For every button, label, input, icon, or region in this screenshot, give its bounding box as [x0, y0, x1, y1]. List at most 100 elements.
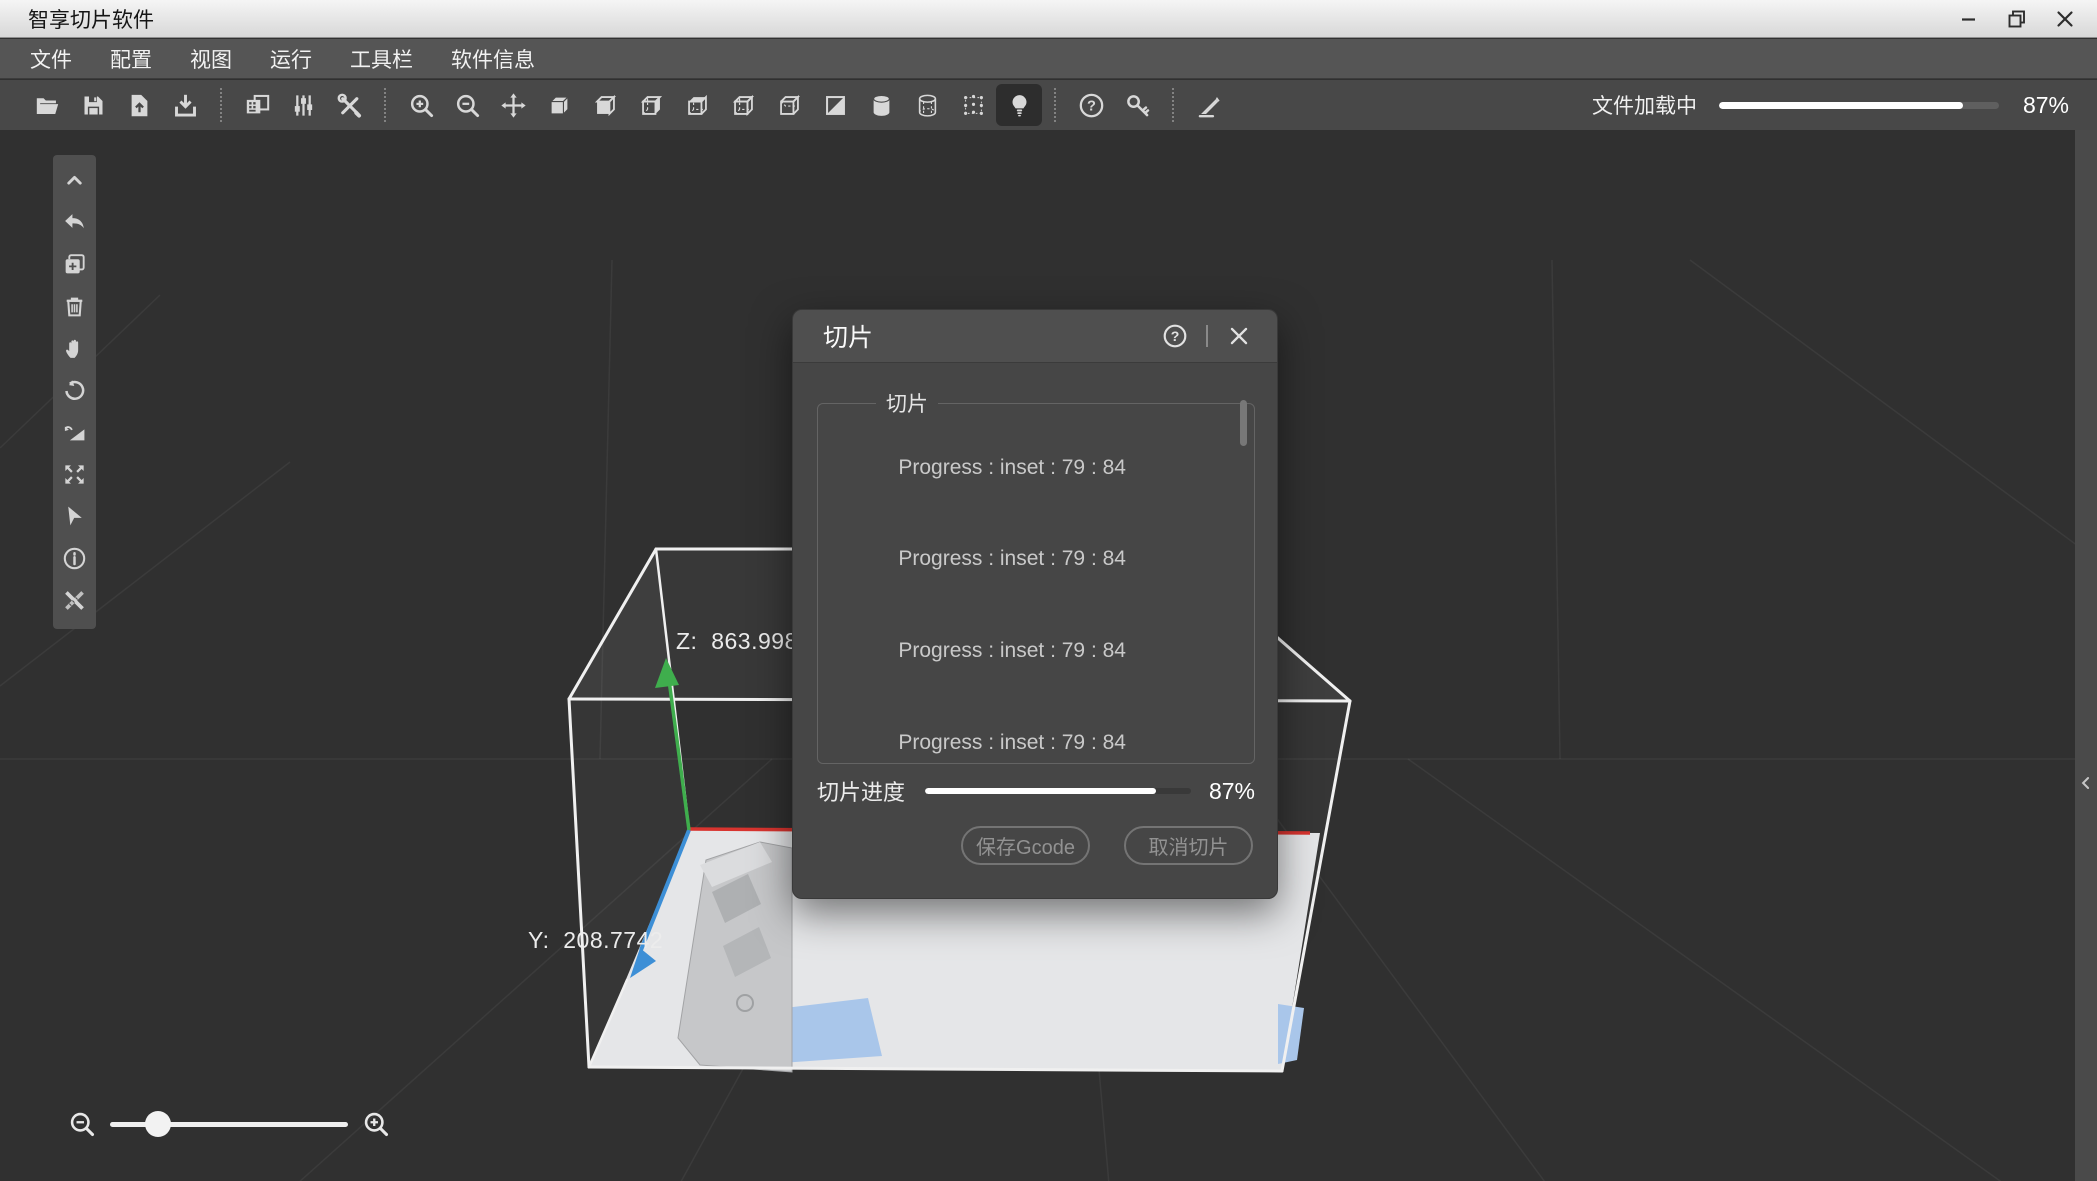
sliders-icon — [290, 92, 317, 119]
cylinder-wire-icon — [914, 92, 941, 119]
duplicate-button[interactable] — [56, 243, 94, 285]
log-line: Progress : inset : 79 : 84 — [840, 697, 1244, 766]
slice-log-group: 切片 Progress : inset : 79 : 84 Progress :… — [817, 388, 1255, 764]
info-circle-icon — [62, 546, 87, 571]
delete-button[interactable] — [56, 285, 94, 327]
minimize-icon — [1957, 7, 1981, 31]
view-solid-button[interactable] — [536, 84, 582, 126]
parameter-settings-button[interactable] — [280, 84, 326, 126]
menu-item-run[interactable]: 运行 — [270, 44, 312, 74]
toolbar-separator — [1172, 88, 1174, 122]
select-button[interactable] — [56, 495, 94, 537]
zoom-out-lens-icon — [454, 92, 481, 119]
menu-item-software-info[interactable]: 软件信息 — [451, 44, 535, 74]
model-info-button[interactable] — [56, 537, 94, 579]
mirror-button[interactable] — [56, 411, 94, 453]
save-gcode-button[interactable]: 保存Gcode — [961, 826, 1090, 865]
export-model-button[interactable] — [162, 84, 208, 126]
app-title: 智享切片软件 — [28, 4, 154, 34]
save-file-button[interactable] — [70, 84, 116, 126]
view-wireframe-button[interactable] — [720, 84, 766, 126]
log-scrollbar-thumb[interactable] — [1240, 400, 1247, 446]
zoom-out-button[interactable] — [68, 1110, 96, 1138]
collapse-button[interactable] — [56, 159, 94, 201]
license-key-button[interactable] — [1114, 84, 1160, 126]
zoom-in-button[interactable] — [398, 84, 444, 126]
toolbar-separator — [220, 88, 222, 122]
help-circle-icon: ? — [1078, 92, 1105, 119]
zoom-slider-thumb[interactable] — [145, 1111, 171, 1137]
key-icon — [1124, 92, 1151, 119]
zoom-in-button[interactable] — [362, 1110, 390, 1138]
view-layers-button[interactable] — [766, 84, 812, 126]
view-cylinder-button[interactable] — [858, 84, 904, 126]
file-import-icon — [126, 92, 153, 119]
blade-icon — [1196, 92, 1223, 119]
floppy-save-icon — [80, 92, 107, 119]
file-loading-area: 文件加载中 87% — [1592, 90, 2069, 120]
zoom-slider[interactable] — [110, 1110, 348, 1138]
machine-preview-button[interactable] — [234, 84, 280, 126]
edit-tools-button[interactable] — [56, 579, 94, 621]
y-axis-label: Y: 208.7742 — [528, 927, 663, 954]
file-loading-progress-fill — [1719, 102, 1963, 109]
slice-log-group-title: 切片 — [876, 388, 938, 418]
cancel-slice-button[interactable]: 取消切片 — [1124, 826, 1253, 865]
open-file-button[interactable] — [24, 84, 70, 126]
wrench-cross-icon — [336, 92, 363, 119]
undo-button[interactable] — [56, 201, 94, 243]
minimize-button[interactable] — [1951, 4, 1987, 34]
log-line: Progress : inset : 79 : 84 — [840, 422, 1244, 514]
slice-progress-fill — [925, 788, 1156, 794]
move-arrows-icon — [500, 92, 527, 119]
cube-solid-icon — [546, 92, 573, 119]
menu-item-view[interactable]: 视图 — [190, 44, 232, 74]
import-model-button[interactable] — [116, 84, 162, 126]
menu-item-config[interactable]: 配置 — [110, 44, 152, 74]
help-button[interactable]: ? — [1068, 84, 1114, 126]
restore-button[interactable] — [1999, 4, 2035, 34]
hand-icon — [62, 336, 87, 361]
dialog-help-button[interactable]: ? — [1159, 320, 1191, 352]
cursor-arrow-icon — [62, 504, 87, 529]
magnifier-plus-icon — [362, 1110, 390, 1138]
toolbar-buttons: ? — [24, 84, 1232, 126]
cube-right-icon — [638, 92, 665, 119]
toolbar: ? 文件加载中 87% — [0, 80, 2097, 130]
svg-text:?: ? — [1087, 98, 1096, 114]
view-half-button[interactable] — [812, 84, 858, 126]
right-panel-expand-button[interactable] — [2075, 770, 2097, 796]
view-points-button[interactable] — [950, 84, 996, 126]
fit-view-button[interactable] — [56, 453, 94, 495]
view-surface-button[interactable] — [582, 84, 628, 126]
pan-button[interactable] — [56, 327, 94, 369]
dialog-header-divider — [1206, 325, 1208, 347]
view-cylinder-wire-button[interactable] — [904, 84, 950, 126]
lighting-button[interactable] — [996, 84, 1042, 126]
cube-top-icon — [684, 92, 711, 119]
rotate-ccw-icon — [62, 378, 87, 403]
rotate-button[interactable] — [56, 369, 94, 411]
menu-item-toolbar[interactable]: 工具栏 — [350, 44, 413, 74]
menu-item-file[interactable]: 文件 — [30, 44, 72, 74]
cube-dash-icon — [730, 92, 757, 119]
tool-settings-button[interactable] — [326, 84, 372, 126]
help-circle-icon: ? — [1162, 323, 1188, 349]
move-view-button[interactable] — [490, 84, 536, 126]
toolbar-separator — [1054, 88, 1056, 122]
close-button[interactable] — [2047, 4, 2083, 34]
slice-progress-row: 切片进度 87% — [817, 776, 1255, 806]
file-loading-progressbar — [1719, 102, 1999, 109]
view-xray-button[interactable] — [628, 84, 674, 126]
cut-tool-button[interactable] — [1186, 84, 1232, 126]
cube-half-icon — [822, 92, 849, 119]
dialog-close-button[interactable] — [1223, 320, 1255, 352]
cube-open-icon — [776, 92, 803, 119]
view-overhang-button[interactable] — [674, 84, 720, 126]
cylinder-icon — [868, 92, 895, 119]
slice-log-area[interactable]: Progress : inset : 79 : 84 Progress : in… — [840, 422, 1244, 766]
point-cloud-icon — [960, 92, 987, 119]
zoom-out-button[interactable] — [444, 84, 490, 126]
menubar: 文件 配置 视图 运行 工具栏 软件信息 — [0, 39, 2097, 79]
cube-front-icon — [592, 92, 619, 119]
